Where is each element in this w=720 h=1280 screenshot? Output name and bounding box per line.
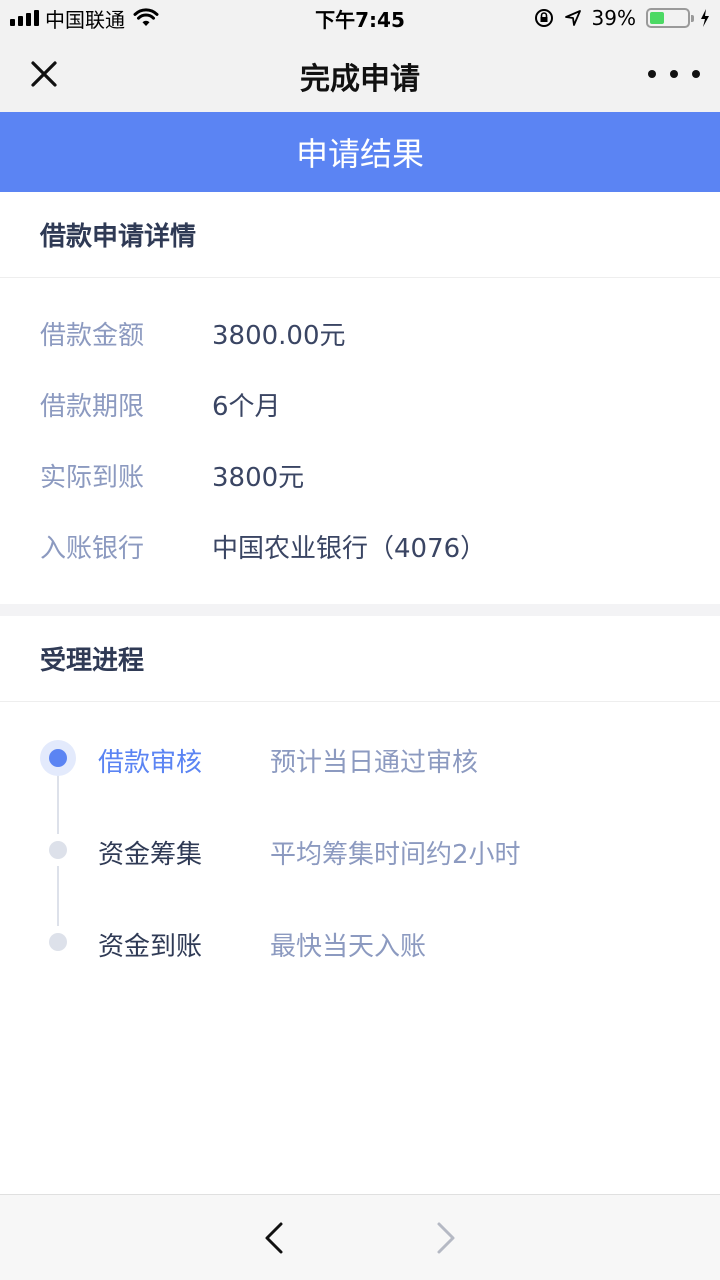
progress-step-review: 借款审核 预计当日通过审核 [0,728,720,788]
detail-row-bank: 入账银行 中国农业银行（4076） [0,511,720,582]
battery-level [650,12,664,24]
details-header: 借款申请详情 [0,192,720,278]
step-desc: 最快当天入账 [270,932,427,962]
battery-percent: 39% [591,6,636,30]
step-name: 资金到账 [98,932,203,962]
step-dot [49,841,67,859]
detail-value: 中国农业银行（4076） [212,534,487,564]
detail-row-amount: 借款金额 3800.00元 [0,298,720,369]
progress-header: 受理进程 [0,616,720,702]
detail-row-received: 实际到账 3800元 [0,440,720,511]
detail-label: 借款金额 [40,321,145,351]
browser-toolbar [0,1194,720,1280]
rotation-lock-icon [534,9,553,27]
nav-bar: 完成申请 [0,36,720,112]
detail-label: 实际到账 [40,463,145,493]
forward-button[interactable] [428,1215,464,1261]
step-desc: 预计当日通过审核 [270,748,479,778]
step-name: 借款审核 [98,748,203,778]
chevron-left-icon [265,1222,283,1254]
detail-label: 借款期限 [40,392,145,422]
step-indicator [40,924,76,960]
more-button[interactable] [648,60,700,88]
more-icon [648,70,656,78]
status-bar: 中国联通 下午7:45 39% [0,0,720,36]
detail-label: 入账银行 [40,534,145,564]
result-banner: 申请结果 [0,112,720,192]
chevron-right-icon [437,1222,455,1254]
detail-row-term: 借款期限 6个月 [0,369,720,440]
details-list: 借款金额 3800.00元 借款期限 6个月 实际到账 3800元 入账银行 中… [0,298,720,582]
more-icon-dot [670,70,678,78]
step-dot [49,933,67,951]
progress-step-arrival: 资金到账 最快当天入账 [0,912,720,972]
more-icon-dot [692,70,700,78]
back-button[interactable] [256,1215,292,1261]
detail-value: 6个月 [212,392,281,422]
page-title: 完成申请 [300,62,420,97]
step-dot-active [49,749,67,767]
detail-value: 3800.00元 [212,321,346,351]
battery-icon [646,8,694,28]
step-indicator [40,832,76,868]
step-name: 资金筹集 [98,840,203,870]
location-arrow-icon [564,10,581,26]
section-divider [0,604,720,616]
screen: 中国联通 下午7:45 39% 完成申请 申请结果 借款申请详情 借款金额 38… [0,0,720,1280]
step-desc: 平均筹集时间约2小时 [270,840,521,870]
progress-step-funding: 资金筹集 平均筹集时间约2小时 [0,820,720,880]
charging-bolt-icon [701,9,709,27]
banner-text: 申请结果 [295,135,424,173]
step-indicator [40,740,76,776]
status-right: 39% [534,5,710,31]
detail-value: 3800元 [212,463,305,493]
battery-tip [691,15,694,22]
